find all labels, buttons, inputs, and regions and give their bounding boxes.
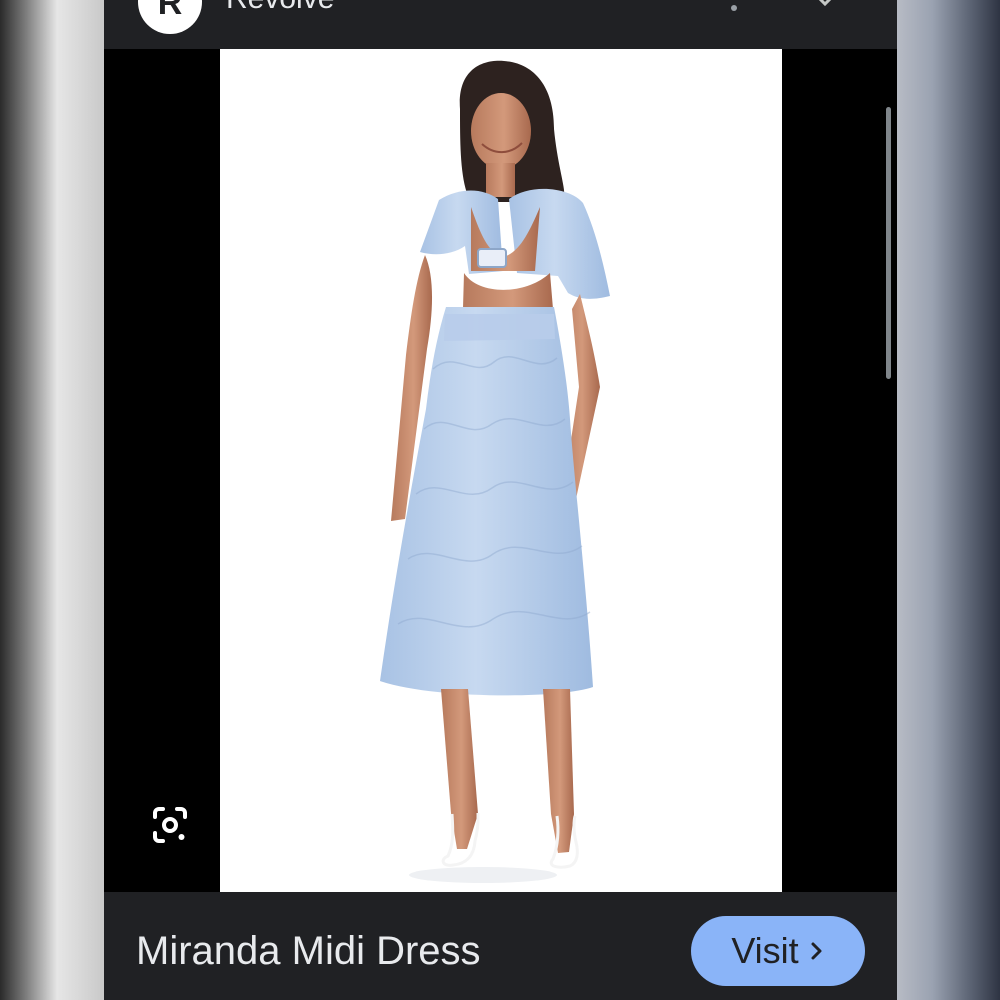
chevron-right-icon: [811, 942, 822, 960]
avatar-letter: R: [157, 0, 183, 22]
blurred-background-right: [896, 0, 1000, 1000]
site-name[interactable]: Revolve: [226, 0, 334, 14]
product-photo[interactable]: [220, 49, 782, 892]
preview-header: R Revolve: [104, 0, 897, 49]
scrollbar[interactable]: [886, 107, 891, 379]
image-preview-sheet: R Revolve: [104, 0, 897, 1000]
visit-button[interactable]: Visit: [691, 916, 865, 986]
site-avatar[interactable]: R: [138, 0, 202, 34]
visit-label: Visit: [731, 930, 799, 971]
dress-model-image: [380, 60, 610, 883]
google-lens-icon[interactable]: [146, 801, 194, 849]
preview-footer: Miranda Midi Dress Visit: [104, 892, 897, 1000]
close-icon[interactable]: [809, 0, 841, 16]
product-title: Miranda Midi Dress: [136, 929, 481, 973]
more-vert-icon[interactable]: [724, 0, 744, 20]
image-viewer[interactable]: [104, 49, 897, 892]
blurred-background-left: [0, 0, 104, 1000]
